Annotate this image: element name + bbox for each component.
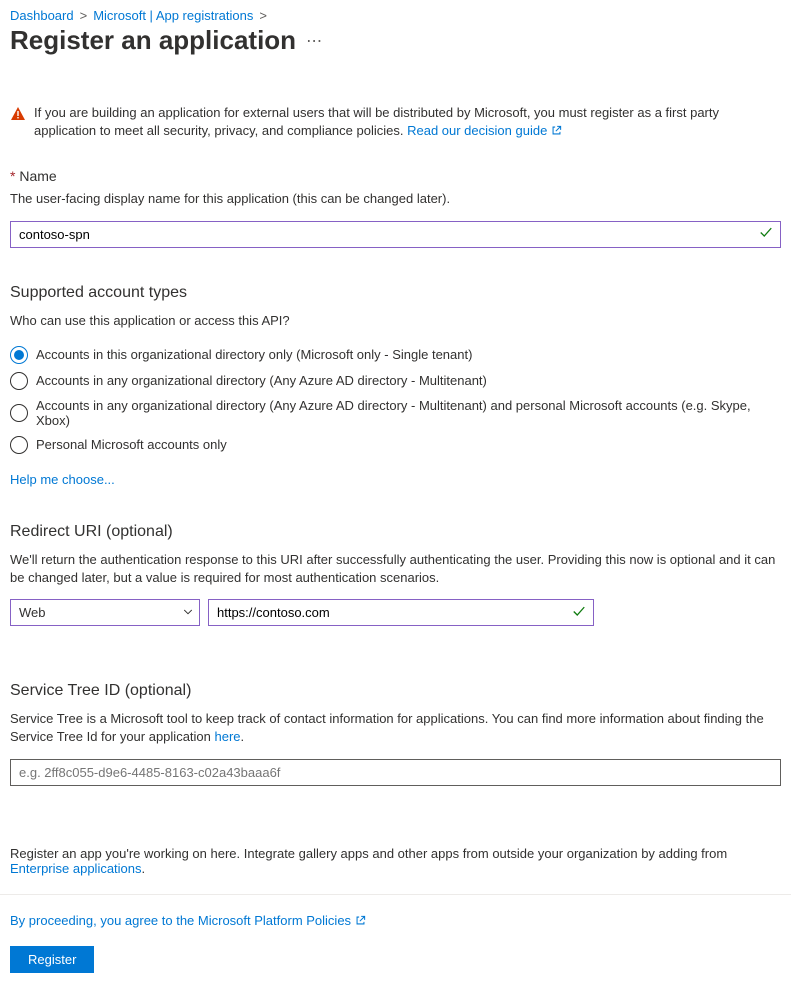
external-link-icon: [355, 913, 366, 928]
chevron-right-icon: >: [80, 8, 88, 23]
service-tree-here-link[interactable]: here: [215, 729, 241, 744]
radio-icon: [10, 346, 28, 364]
redirect-uri-input[interactable]: [208, 599, 594, 626]
page-title: Register an application: [10, 25, 296, 56]
divider: [0, 894, 791, 895]
decision-guide-link[interactable]: Read our decision guide: [407, 123, 562, 138]
warning-banner: If you are building an application for e…: [10, 104, 781, 140]
warning-icon: [10, 106, 26, 140]
radio-icon: [10, 372, 28, 390]
service-tree-title: Service Tree ID (optional): [10, 682, 781, 700]
external-link-icon: [551, 123, 562, 138]
enterprise-applications-link[interactable]: Enterprise applications: [10, 861, 142, 876]
redirect-uri-helper: We'll return the authentication response…: [10, 551, 781, 587]
help-me-choose-link[interactable]: Help me choose...: [10, 472, 115, 487]
name-label: * Name: [10, 168, 781, 184]
account-type-option-0[interactable]: Accounts in this organizational director…: [10, 342, 781, 368]
bottom-note: Register an app you're working on here. …: [10, 846, 781, 876]
platform-policies-link[interactable]: By proceeding, you agree to the Microsof…: [10, 913, 366, 928]
warning-text: If you are building an application for e…: [34, 105, 719, 138]
account-type-option-3[interactable]: Personal Microsoft accounts only: [10, 432, 781, 458]
radio-icon: [10, 404, 28, 422]
account-types-title: Supported account types: [10, 284, 781, 302]
account-type-option-2[interactable]: Accounts in any organizational directory…: [10, 394, 781, 432]
account-types-radio-group: Accounts in this organizational director…: [10, 342, 781, 458]
account-types-helper: Who can use this application or access t…: [10, 312, 781, 330]
more-menu-icon[interactable]: ⋯: [306, 31, 322, 51]
redirect-uri-title: Redirect URI (optional): [10, 523, 781, 541]
chevron-right-icon: >: [259, 8, 267, 23]
register-button[interactable]: Register: [10, 946, 94, 973]
breadcrumb-item-app-registrations[interactable]: Microsoft | App registrations: [93, 8, 253, 23]
breadcrumb-item-dashboard[interactable]: Dashboard: [10, 8, 74, 23]
account-type-option-1[interactable]: Accounts in any organizational directory…: [10, 368, 781, 394]
redirect-platform-select[interactable]: Web: [10, 599, 200, 626]
name-input[interactable]: [10, 221, 781, 248]
name-helper: The user-facing display name for this ap…: [10, 190, 781, 208]
service-tree-input[interactable]: [10, 759, 781, 786]
radio-icon: [10, 436, 28, 454]
breadcrumb: Dashboard > Microsoft | App registration…: [10, 8, 781, 23]
service-tree-helper: Service Tree is a Microsoft tool to keep…: [10, 710, 781, 746]
